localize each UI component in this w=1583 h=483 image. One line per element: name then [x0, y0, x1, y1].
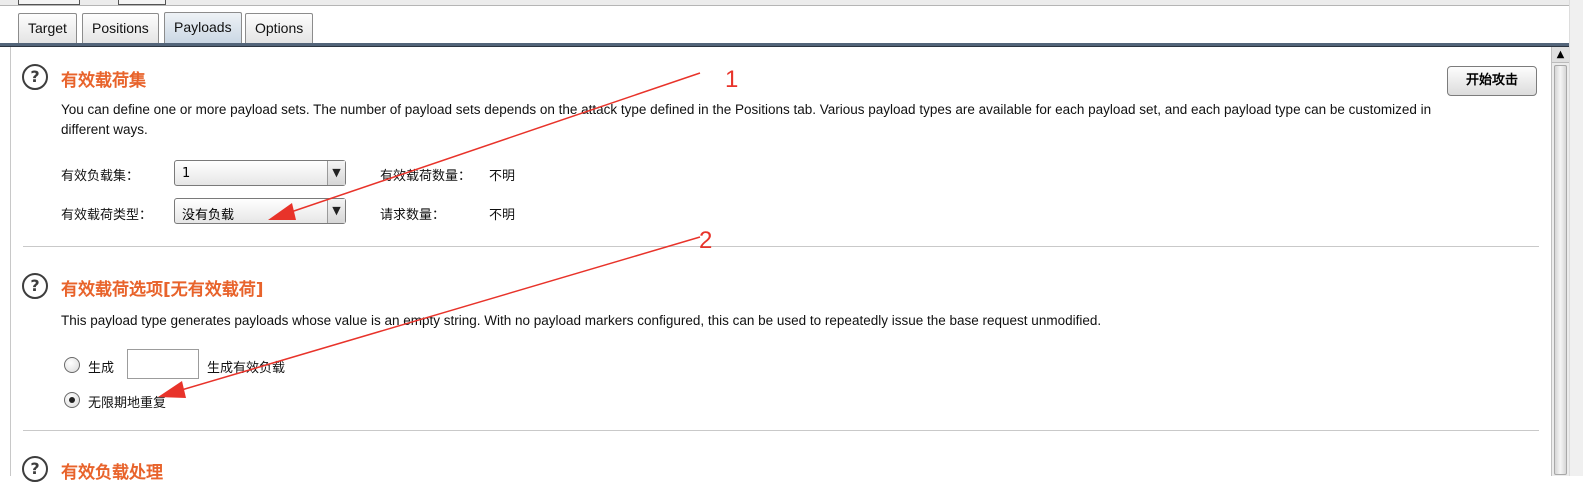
payload-count-value: 不明	[489, 169, 516, 184]
vertical-scrollbar[interactable]: ▲	[1551, 47, 1569, 476]
start-attack-button[interactable]: 开始攻击	[1447, 66, 1537, 96]
help-icon[interactable]: ?	[22, 456, 48, 482]
tab-options[interactable]: Options	[245, 13, 314, 43]
scrollbar-thumb[interactable]	[1554, 65, 1567, 475]
section-divider	[23, 430, 1539, 431]
repeat-indefinitely-radio[interactable]	[64, 392, 80, 408]
request-count-value: 不明	[489, 208, 516, 223]
chevron-down-icon[interactable]: ▼	[327, 161, 345, 185]
chevron-down-icon[interactable]: ▼	[327, 199, 345, 223]
generate-count-input[interactable]	[127, 349, 199, 379]
parent-tab-stub-active[interactable]	[118, 0, 166, 5]
payload-set-select[interactable]: 1 ▼	[174, 160, 346, 186]
generate-suffix-label: 生成有效负载	[207, 361, 286, 376]
payload-options-title: 有效载荷选项[无有效载荷]	[61, 280, 264, 300]
payload-set-value: 1	[182, 166, 191, 181]
help-icon[interactable]: ?	[22, 64, 48, 90]
payload-set-label: 有效负载集：	[61, 169, 140, 184]
payload-sets-title: 有效载荷集	[61, 71, 146, 91]
request-count-label: 请求数量：	[380, 208, 446, 223]
payload-count-label: 有效载荷数量：	[380, 169, 472, 184]
generate-label: 生成	[88, 361, 115, 376]
help-icon[interactable]: ?	[22, 273, 48, 299]
window-right-edge	[1569, 0, 1583, 476]
annotation-label-2: 2	[699, 227, 713, 254]
annotation-label-1: 1	[725, 66, 739, 93]
section-divider	[23, 246, 1539, 247]
repeat-indefinitely-label: 无限期地重复	[88, 396, 167, 411]
tab-target[interactable]: Target	[18, 13, 77, 43]
payload-type-value: 没有负载	[182, 208, 235, 223]
generate-radio[interactable]	[64, 357, 80, 373]
scroll-up-arrow-icon[interactable]: ▲	[1552, 47, 1569, 63]
payload-type-label: 有效载荷类型：	[61, 208, 153, 223]
payload-sets-description: You can define one or more payload sets.…	[61, 102, 1432, 137]
tab-positions[interactable]: Positions	[82, 13, 159, 43]
tab-payloads[interactable]: Payloads	[164, 12, 242, 44]
parent-tab-stub[interactable]	[18, 0, 80, 5]
payloads-panel: ? 有效载荷集 开始攻击 You can define one or more …	[10, 47, 1550, 483]
payload-type-select[interactable]: 没有负载 ▼	[174, 198, 346, 224]
payload-options-description: This payload type generates payloads who…	[61, 313, 1102, 328]
tab-bar: Target Positions Payloads Options	[0, 6, 1583, 47]
payload-processing-title: 有效负载处理	[61, 463, 163, 483]
